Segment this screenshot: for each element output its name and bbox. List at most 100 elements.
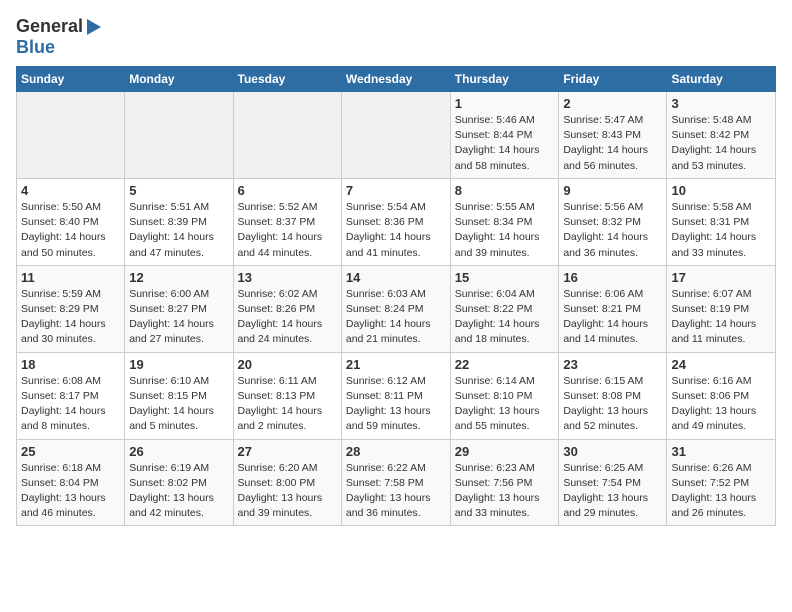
day-number: 29 <box>455 444 555 459</box>
day-number: 8 <box>455 183 555 198</box>
calendar-cell: 10 Sunrise: 5:58 AM Sunset: 8:31 PM Dayli… <box>667 178 776 265</box>
calendar-cell: 30Sunrise: 6:25 AM Sunset: 7:54 PM Dayli… <box>559 439 667 526</box>
calendar-week-row: 1Sunrise: 5:46 AM Sunset: 8:44 PM Daylig… <box>17 92 776 179</box>
weekday-header-tuesday: Tuesday <box>233 67 341 92</box>
day-number: 24 <box>671 357 771 372</box>
day-detail: Sunrise: 6:23 AM Sunset: 7:56 PM Dayligh… <box>455 461 555 522</box>
calendar-cell: 12Sunrise: 6:00 AM Sunset: 8:27 PM Dayli… <box>125 265 233 352</box>
calendar-cell: 28 Sunrise: 6:22 AM Sunset: 7:58 PM Dayli… <box>341 439 450 526</box>
day-detail: Sunrise: 6:22 AM Sunset: 7:58 PM Dayligh… <box>346 461 446 522</box>
day-detail: Sunrise: 6:10 AM Sunset: 8:15 PM Dayligh… <box>129 374 228 435</box>
day-detail: Sunrise: 5:48 AM Sunset: 8:42 PM Dayligh… <box>671 113 771 174</box>
day-detail: Sunrise: 6:02 AM Sunset: 8:26 PM Dayligh… <box>238 287 337 348</box>
day-detail: Sunrise: 5:56 AM Sunset: 8:32 PM Dayligh… <box>563 200 662 261</box>
day-number: 18 <box>21 357 120 372</box>
day-detail: Sunrise: 6:11 AM Sunset: 8:13 PM Dayligh… <box>238 374 337 435</box>
day-number: 10 <box>671 183 771 198</box>
logo: General Blue <box>16 16 101 58</box>
day-number: 21 <box>346 357 446 372</box>
day-detail: Sunrise: 6:00 AM Sunset: 8:27 PM Dayligh… <box>129 287 228 348</box>
calendar-cell: 2 Sunrise: 5:47 AM Sunset: 8:43 PM Daylig… <box>559 92 667 179</box>
calendar-cell: 23 Sunrise: 6:15 AM Sunset: 8:08 PM Dayli… <box>559 352 667 439</box>
weekday-header-wednesday: Wednesday <box>341 67 450 92</box>
day-number: 14 <box>346 270 446 285</box>
calendar-cell: 11 Sunrise: 5:59 AM Sunset: 8:29 PM Dayli… <box>17 265 125 352</box>
day-number: 2 <box>563 96 662 111</box>
day-detail: Sunrise: 6:19 AM Sunset: 8:02 PM Dayligh… <box>129 461 228 522</box>
day-detail: Sunrise: 6:14 AM Sunset: 8:10 PM Dayligh… <box>455 374 555 435</box>
calendar-cell <box>125 92 233 179</box>
calendar-cell: 4 Sunrise: 5:50 AM Sunset: 8:40 PM Daylig… <box>17 178 125 265</box>
day-detail: Sunrise: 6:16 AM Sunset: 8:06 PM Dayligh… <box>671 374 771 435</box>
calendar-cell: 13 Sunrise: 6:02 AM Sunset: 8:26 PM Dayli… <box>233 265 341 352</box>
day-number: 28 <box>346 444 446 459</box>
calendar-cell: 26 Sunrise: 6:19 AM Sunset: 8:02 PM Dayli… <box>125 439 233 526</box>
day-detail: Sunrise: 6:26 AM Sunset: 7:52 PM Dayligh… <box>671 461 771 522</box>
weekday-header-saturday: Saturday <box>667 67 776 92</box>
day-number: 20 <box>238 357 337 372</box>
day-detail: Sunrise: 5:50 AM Sunset: 8:40 PM Dayligh… <box>21 200 120 261</box>
calendar-cell: 3 Sunrise: 5:48 AM Sunset: 8:42 PM Daylig… <box>667 92 776 179</box>
calendar-cell: 15 Sunrise: 6:04 AM Sunset: 8:22 PM Dayli… <box>450 265 559 352</box>
weekday-header-sunday: Sunday <box>17 67 125 92</box>
day-number: 23 <box>563 357 662 372</box>
day-number: 31 <box>671 444 771 459</box>
calendar-table: SundayMondayTuesdayWednesdayThursdayFrid… <box>16 66 776 526</box>
day-number: 4 <box>21 183 120 198</box>
day-detail: Sunrise: 6:04 AM Sunset: 8:22 PM Dayligh… <box>455 287 555 348</box>
day-number: 26 <box>129 444 228 459</box>
day-detail: Sunrise: 5:55 AM Sunset: 8:34 PM Dayligh… <box>455 200 555 261</box>
day-detail: Sunrise: 6:25 AM Sunset: 7:54 PM Dayligh… <box>563 461 662 522</box>
day-number: 13 <box>238 270 337 285</box>
calendar-week-row: 4 Sunrise: 5:50 AM Sunset: 8:40 PM Daylig… <box>17 178 776 265</box>
calendar-cell: 20 Sunrise: 6:11 AM Sunset: 8:13 PM Dayli… <box>233 352 341 439</box>
day-detail: Sunrise: 5:59 AM Sunset: 8:29 PM Dayligh… <box>21 287 120 348</box>
day-detail: Sunrise: 6:18 AM Sunset: 8:04 PM Dayligh… <box>21 461 120 522</box>
calendar-cell: 5Sunrise: 5:51 AM Sunset: 8:39 PM Daylig… <box>125 178 233 265</box>
day-number: 17 <box>671 270 771 285</box>
day-detail: Sunrise: 5:47 AM Sunset: 8:43 PM Dayligh… <box>563 113 662 174</box>
day-detail: Sunrise: 6:08 AM Sunset: 8:17 PM Dayligh… <box>21 374 120 435</box>
calendar-cell <box>341 92 450 179</box>
day-detail: Sunrise: 5:58 AM Sunset: 8:31 PM Dayligh… <box>671 200 771 261</box>
calendar-cell: 17 Sunrise: 6:07 AM Sunset: 8:19 PM Dayli… <box>667 265 776 352</box>
calendar-week-row: 11 Sunrise: 5:59 AM Sunset: 8:29 PM Dayli… <box>17 265 776 352</box>
day-detail: Sunrise: 5:52 AM Sunset: 8:37 PM Dayligh… <box>238 200 337 261</box>
logo-general-text: General <box>16 16 83 37</box>
day-detail: Sunrise: 6:20 AM Sunset: 8:00 PM Dayligh… <box>238 461 337 522</box>
calendar-cell: 14Sunrise: 6:03 AM Sunset: 8:24 PM Dayli… <box>341 265 450 352</box>
calendar-cell: 24 Sunrise: 6:16 AM Sunset: 8:06 PM Dayli… <box>667 352 776 439</box>
day-number: 22 <box>455 357 555 372</box>
day-number: 11 <box>21 270 120 285</box>
calendar-cell: 18 Sunrise: 6:08 AM Sunset: 8:17 PM Dayli… <box>17 352 125 439</box>
day-detail: Sunrise: 6:12 AM Sunset: 8:11 PM Dayligh… <box>346 374 446 435</box>
calendar-cell: 6 Sunrise: 5:52 AM Sunset: 8:37 PM Daylig… <box>233 178 341 265</box>
calendar-header-row: SundayMondayTuesdayWednesdayThursdayFrid… <box>17 67 776 92</box>
day-number: 3 <box>671 96 771 111</box>
day-number: 27 <box>238 444 337 459</box>
day-number: 9 <box>563 183 662 198</box>
weekday-header-monday: Monday <box>125 67 233 92</box>
calendar-cell: 7Sunrise: 5:54 AM Sunset: 8:36 PM Daylig… <box>341 178 450 265</box>
day-number: 1 <box>455 96 555 111</box>
day-number: 25 <box>21 444 120 459</box>
calendar-cell: 19Sunrise: 6:10 AM Sunset: 8:15 PM Dayli… <box>125 352 233 439</box>
calendar-cell: 25 Sunrise: 6:18 AM Sunset: 8:04 PM Dayli… <box>17 439 125 526</box>
day-number: 6 <box>238 183 337 198</box>
page-header: General Blue <box>16 16 776 58</box>
calendar-cell: 8 Sunrise: 5:55 AM Sunset: 8:34 PM Daylig… <box>450 178 559 265</box>
day-number: 15 <box>455 270 555 285</box>
calendar-week-row: 25 Sunrise: 6:18 AM Sunset: 8:04 PM Dayli… <box>17 439 776 526</box>
calendar-cell: 31 Sunrise: 6:26 AM Sunset: 7:52 PM Dayli… <box>667 439 776 526</box>
calendar-cell <box>17 92 125 179</box>
day-detail: Sunrise: 6:15 AM Sunset: 8:08 PM Dayligh… <box>563 374 662 435</box>
calendar-cell: 21 Sunrise: 6:12 AM Sunset: 8:11 PM Dayli… <box>341 352 450 439</box>
day-detail: Sunrise: 5:54 AM Sunset: 8:36 PM Dayligh… <box>346 200 446 261</box>
logo-blue-text: Blue <box>16 37 55 58</box>
calendar-cell: 27 Sunrise: 6:20 AM Sunset: 8:00 PM Dayli… <box>233 439 341 526</box>
calendar-cell: 9 Sunrise: 5:56 AM Sunset: 8:32 PM Daylig… <box>559 178 667 265</box>
day-detail: Sunrise: 6:06 AM Sunset: 8:21 PM Dayligh… <box>563 287 662 348</box>
calendar-cell: 16Sunrise: 6:06 AM Sunset: 8:21 PM Dayli… <box>559 265 667 352</box>
logo-arrow-icon <box>87 19 101 35</box>
day-detail: Sunrise: 6:07 AM Sunset: 8:19 PM Dayligh… <box>671 287 771 348</box>
